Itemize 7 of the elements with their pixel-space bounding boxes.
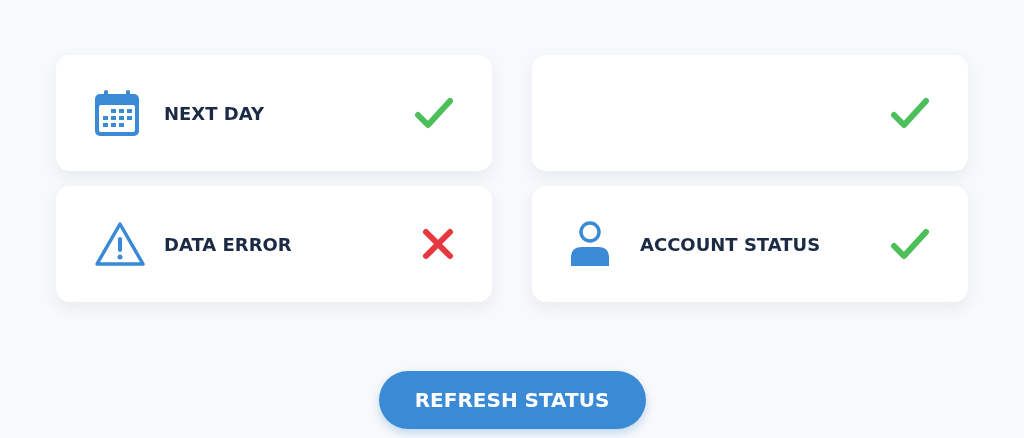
item-label: ACCOUNT STATUS bbox=[640, 233, 821, 255]
warning-icon bbox=[94, 220, 146, 268]
refresh-button[interactable]: REFRESH STATUS bbox=[378, 371, 646, 429]
user-icon bbox=[570, 221, 610, 267]
item-label: NEXT DAY bbox=[164, 102, 264, 124]
calendar-icon bbox=[94, 89, 140, 137]
item-label: DATA ERROR bbox=[164, 233, 292, 255]
